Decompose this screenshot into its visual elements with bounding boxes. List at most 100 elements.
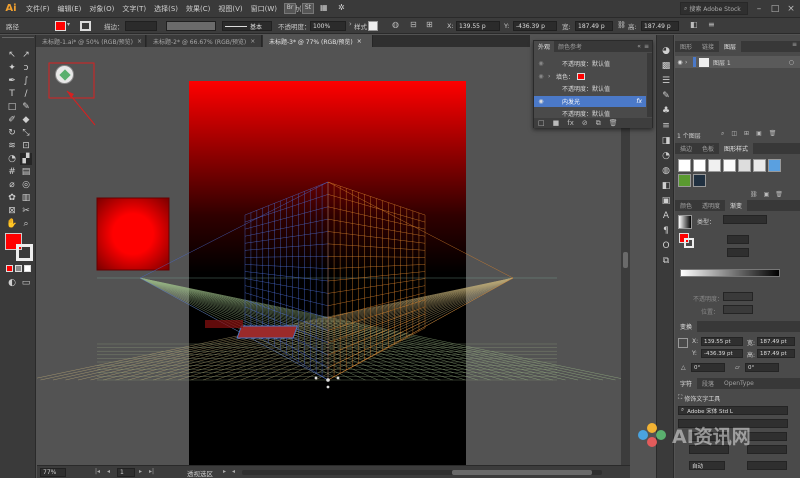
color-mode-icon[interactable]	[6, 265, 13, 272]
blend-tool-icon[interactable]: ◎	[20, 179, 32, 191]
tab-paragraph[interactable]: 段落	[697, 378, 719, 389]
font-family-select[interactable]: ⌕ Adobe 宋体 Std L	[678, 406, 788, 415]
rotate-angle-input[interactable]: 0°	[691, 363, 725, 372]
doc-tab-1[interactable]: 未标题-1.ai* @ 50% (RGB/预览) ×	[36, 35, 146, 47]
tab-transform[interactable]: 变换	[675, 321, 698, 332]
appearance-scrollbar[interactable]	[647, 53, 652, 117]
fill-swatch[interactable]	[55, 21, 66, 31]
close-tab-icon[interactable]: ×	[137, 38, 142, 45]
opacity-input[interactable]: 100%	[310, 21, 346, 31]
workspace-icon[interactable]: ▦	[320, 3, 334, 14]
zoom-tool-icon[interactable]: ⌕	[20, 218, 32, 230]
panel-collapse-icon[interactable]: «	[637, 43, 644, 50]
menu-view[interactable]: 视图(V)	[214, 4, 246, 14]
magic-wand-icon[interactable]: ✦	[6, 62, 18, 74]
libraries-icon[interactable]: ☰	[660, 75, 672, 87]
grid-handle-right[interactable]	[336, 376, 340, 380]
gradient-position-field[interactable]	[723, 305, 753, 314]
panel-menu-icon[interactable]: ≡	[792, 41, 800, 52]
delete-style-icon[interactable]: 🗑	[775, 191, 783, 198]
layer-target-icon[interactable]: ○	[789, 59, 800, 66]
appearance-row-fill-opacity[interactable]: 不透明度：默认值	[534, 83, 646, 94]
locate-object-icon[interactable]: ⌕	[721, 130, 724, 138]
auto-kerning-select[interactable]: 自动	[689, 461, 725, 470]
gradient-panel-icon[interactable]: ◨	[660, 135, 672, 147]
style-swatch[interactable]	[708, 159, 721, 172]
style-swatch[interactable]	[753, 159, 766, 172]
menu-select[interactable]: 选择(S)	[150, 4, 182, 14]
tab-color[interactable]: 颜色	[675, 200, 697, 211]
style-swatch[interactable]	[693, 174, 706, 187]
gradient-angle-field[interactable]	[727, 235, 749, 244]
minimize-button[interactable]: –	[752, 2, 766, 15]
gradient-aspect-field[interactable]	[727, 248, 749, 257]
grid-handle-bottom[interactable]	[326, 385, 330, 389]
layer-visibility-icon[interactable]: ◉	[675, 59, 685, 66]
scrollbar-thumb[interactable]	[452, 470, 592, 475]
gpu-icon[interactable]: ✲	[338, 3, 348, 14]
reference-point-icon[interactable]	[678, 338, 688, 348]
width-tool-icon[interactable]: ≋	[6, 140, 18, 152]
close-button[interactable]: ×	[784, 2, 798, 15]
appearance-dock-icon[interactable]: ◍	[660, 165, 672, 177]
doc-tab-2[interactable]: 未标题-2* @ 66.67% (RGB/预览) ×	[147, 35, 262, 47]
stock-search[interactable]: ⌕ 搜索 Adobe Stock	[680, 2, 748, 15]
shaper-tool-icon[interactable]: ✐	[6, 114, 18, 126]
close-tab-icon[interactable]: ×	[357, 38, 362, 45]
direct-selection-tool-icon[interactable]: ↗	[20, 49, 32, 61]
eyedropper-icon[interactable]: ⌀	[6, 179, 18, 191]
horizontal-scrollbar[interactable]	[242, 470, 602, 475]
fill-dropdown-icon[interactable]: ▾	[67, 21, 75, 31]
y-input[interactable]: -436.39 p	[513, 21, 557, 31]
visibility-eye-icon[interactable]: ◉	[534, 98, 548, 105]
paragraph-icon[interactable]: ¶	[660, 225, 672, 237]
transform-icon[interactable]: ⊞	[426, 20, 436, 32]
tab-stroke[interactable]: 描边	[675, 143, 697, 154]
add-stroke-icon[interactable]: □	[538, 119, 545, 127]
next-page-icon[interactable]: ▸	[139, 468, 142, 475]
selected-object[interactable]	[236, 325, 299, 339]
gradient-type-select[interactable]	[723, 215, 767, 224]
grid-anchor-point[interactable]	[326, 378, 330, 382]
new-style-icon[interactable]: ▣	[764, 191, 770, 198]
gradient-tool-icon[interactable]: ▤	[20, 166, 32, 178]
tab-swatches[interactable]: 色板	[697, 143, 719, 154]
stroke-color-icon[interactable]	[16, 244, 33, 261]
x-input[interactable]: 139.55 p	[456, 21, 500, 31]
perspective-widget-icon[interactable]	[55, 65, 74, 84]
tab-color-guide[interactable]: 颜色参考	[554, 41, 586, 52]
opentype-icon[interactable]: O	[660, 240, 672, 252]
toolbar-grip[interactable]	[2, 37, 34, 40]
menu-window[interactable]: 窗口(W)	[247, 4, 281, 14]
line-tool-icon[interactable]: /	[20, 88, 32, 100]
graphic-style-swatch[interactable]	[368, 21, 378, 31]
tab-appearance[interactable]: 外观	[534, 41, 555, 52]
stroke-swatch[interactable]	[80, 21, 91, 31]
transform-w-input[interactable]: 187.49 pt	[757, 337, 795, 346]
status-scroll-left-icon[interactable]: ◂	[232, 468, 235, 475]
panel-menu-icon[interactable]: ≡	[644, 43, 652, 50]
appearance-row-inner-glow[interactable]: ◉ 内发光 fx	[534, 96, 646, 107]
tsume-input[interactable]	[747, 461, 787, 470]
expand-chevron-icon[interactable]: ›	[548, 73, 556, 80]
symbol-sprayer-icon[interactable]: ✿	[6, 192, 18, 204]
link-proportions-icon[interactable]: ⛓	[617, 21, 626, 31]
visibility-eye-icon[interactable]: ◉	[534, 73, 548, 80]
column-graph-icon[interactable]: ▥	[20, 192, 32, 204]
pen-tool-icon[interactable]: ✒	[6, 75, 18, 87]
delete-item-icon[interactable]: 🗑	[609, 119, 618, 127]
last-page-icon[interactable]: ▸|	[149, 468, 154, 475]
tab-gradient[interactable]: 渐变	[725, 200, 748, 211]
h-input[interactable]: 187.49 p	[641, 21, 679, 31]
shape-builder-icon[interactable]: ◔	[6, 153, 18, 165]
maximize-button[interactable]: □	[768, 2, 782, 15]
layer-row[interactable]: ◉ › 图层 1 ○	[675, 56, 800, 68]
menu-edit[interactable]: 编辑(E)	[54, 4, 86, 14]
artboard[interactable]	[189, 81, 466, 465]
appearance-row-opacity[interactable]: ◉ 不透明度：默认值	[534, 58, 646, 69]
status-arrow-icon[interactable]: ▸	[223, 468, 226, 475]
tab-graphic-styles[interactable]: 图形样式	[719, 143, 754, 154]
paintbrush-tool-icon[interactable]: ✎	[20, 101, 32, 113]
new-layer-icon[interactable]: ▣	[756, 130, 762, 138]
menu-effect[interactable]: 效果(C)	[182, 4, 214, 14]
